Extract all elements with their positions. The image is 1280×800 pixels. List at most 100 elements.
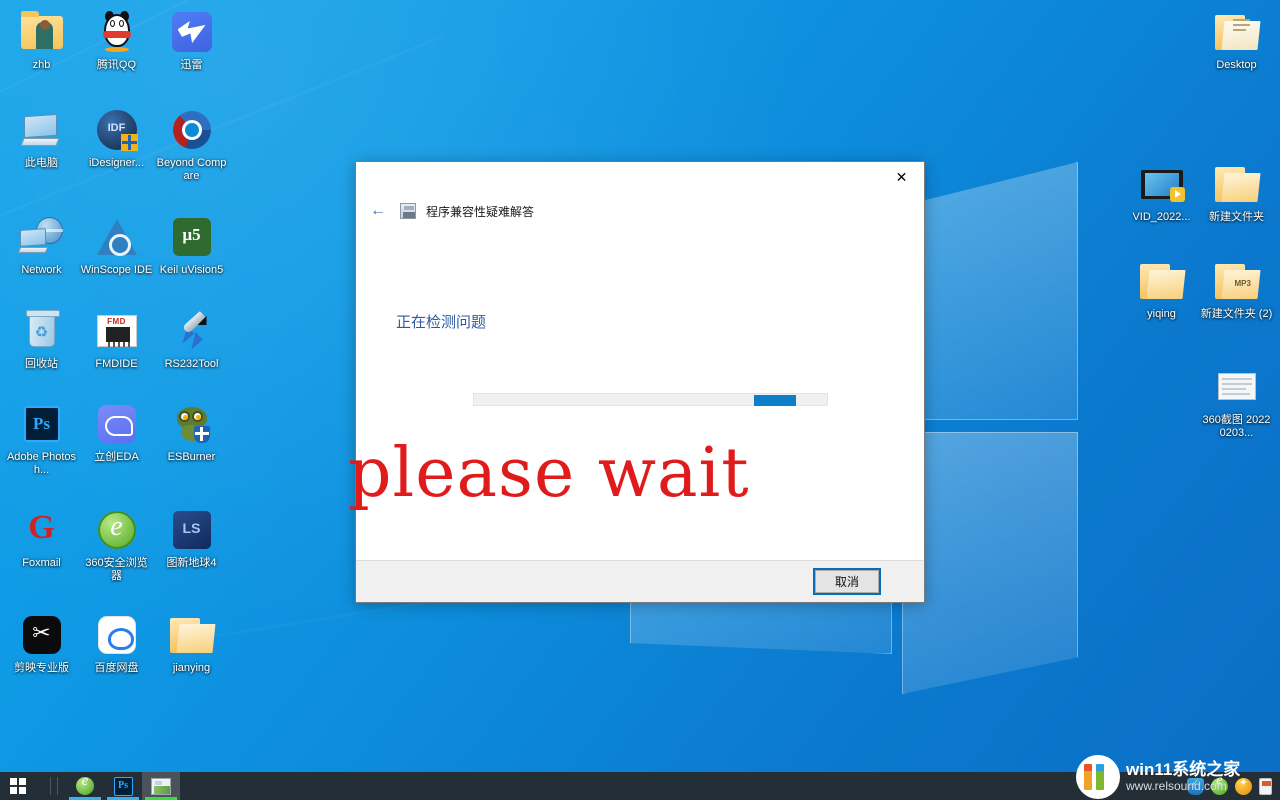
desktop-icon-row: 此电脑 iDesigner... Beyond Compare <box>4 102 232 185</box>
desktop-icon-label: 360安全浏览器 <box>85 557 148 582</box>
desktop-icon-label: Foxmail <box>22 557 61 569</box>
fmdide-chip-icon: FMD <box>93 307 141 355</box>
desktop-icon-spacer <box>1124 359 1199 442</box>
troubleshooter-icon <box>151 777 171 795</box>
desktop-icon-label: FMDIDE <box>95 358 138 370</box>
desktop-icon-label: 回收站 <box>25 358 58 370</box>
desktop-icon-idesigner[interactable]: iDesigner... <box>79 102 154 185</box>
jianying-pro-icon <box>18 611 66 659</box>
beyond-compare-icon <box>168 106 216 154</box>
program-compatibility-troubleshooter-dialog[interactable]: ✕ ← 程序兼容性疑难解答 正在检测问题 please wait 取消 <box>348 161 925 603</box>
desktop-icon-label: 360截图 20220203... <box>1202 414 1271 439</box>
desktop-icon-spacer <box>1124 4 1199 74</box>
desktop-icon-label: iDesigner... <box>88 157 145 169</box>
desktop-icon-label: 此电脑 <box>25 157 58 169</box>
status-text: 正在检测问题 <box>396 314 487 331</box>
progress-bar-chunk <box>754 395 796 406</box>
desktop-icon-this-pc[interactable]: 此电脑 <box>4 102 79 185</box>
taskbar-item-troubleshooter[interactable] <box>142 772 180 800</box>
desktop-icon-label: jianying <box>172 662 211 674</box>
troubleshooter-icon <box>400 203 416 219</box>
desktop-icon-label: 立创EDA <box>94 451 139 463</box>
desktop-icon-recycle-bin[interactable]: 回收站 <box>4 303 79 373</box>
foxmail-icon <box>18 506 66 554</box>
desktop-icon-row: 回收站 FMD FMDIDE <box>4 303 232 373</box>
desktop-icon-zhb[interactable]: zhb <box>4 4 79 74</box>
desktop-icon-video-file[interactable]: VID_2022... <box>1124 156 1199 226</box>
folder-documents-icon <box>1213 8 1261 56</box>
hero-pane <box>902 162 1078 420</box>
desktop-icon-360-browser[interactable]: 360安全浏览器 <box>79 502 154 585</box>
esburner-owl-icon <box>168 400 216 448</box>
adobe-photoshop-icon <box>113 776 133 796</box>
progress-bar <box>473 393 828 406</box>
dialog-body: 正在检测问题 please wait <box>348 228 924 560</box>
desktop-icon-label: 新建文件夹 (2) <box>1200 308 1273 320</box>
winscope-ide-icon <box>93 213 141 261</box>
hero-pane <box>902 432 1078 694</box>
dialog-titlebar[interactable]: ✕ <box>356 162 924 194</box>
desktop-icon-rs232tool[interactable]: RS232Tool <box>154 303 229 373</box>
windows-logo-icon <box>10 778 26 794</box>
desktop-icon-jianying-folder[interactable]: jianying <box>154 607 229 677</box>
taskbar-item-360-browser[interactable] <box>66 772 104 800</box>
desktop-icon-label: 新建文件夹 <box>1209 211 1264 223</box>
dialog-footer: 取消 <box>356 560 924 602</box>
desktop-icon-tencent-qq[interactable]: 腾讯QQ <box>79 4 154 74</box>
taskbar[interactable] <box>0 772 1280 800</box>
desktop-icon-jianying-pro[interactable]: 剪映专业版 <box>4 607 79 677</box>
desktop-icon-thunder[interactable]: 迅雷 <box>154 4 229 74</box>
folder-icon <box>1213 160 1261 208</box>
desktop-icon-label: zhb <box>32 59 51 71</box>
desktop[interactable]: zhb 腾讯QQ 迅雷 此电脑 IDF iDesigner... Beyond … <box>0 0 1280 800</box>
tencent-qq-icon <box>93 8 141 56</box>
desktop-icon-adobe-photoshop[interactable]: Adobe Photosh... <box>4 396 79 479</box>
cancel-button[interactable]: 取消 <box>815 570 879 593</box>
desktop-icon-esburner[interactable]: ESBurner <box>154 396 229 479</box>
dialog-title: 程序兼容性疑难解答 <box>426 204 535 219</box>
desktop-icon-fmdide[interactable]: FMD FMDIDE <box>79 303 154 373</box>
desktop-icon-winscope-ide[interactable]: WinScope IDE <box>79 209 154 279</box>
desktop-icon-yiqing[interactable]: yiqing <box>1124 253 1199 323</box>
network-icon <box>17 213 66 261</box>
360-browser-icon <box>93 506 141 554</box>
desktop-icon-row: zhb 腾讯QQ 迅雷 <box>4 4 232 74</box>
folder-mp3-icon: MP3 <box>1213 257 1261 305</box>
desktop-icon-new-folder-2[interactable]: MP3 新建文件夹 (2) <box>1199 253 1274 323</box>
keil-uvision5-icon <box>168 213 216 261</box>
tuxin-earth4-icon <box>168 506 216 554</box>
thunder-download-icon <box>168 8 216 56</box>
folder-open-icon <box>1138 257 1186 305</box>
desktop-icon-tuxin-earth4[interactable]: 图新地球4 <box>154 502 229 585</box>
desktop-icon-desktop-folder[interactable]: Desktop <box>1199 4 1274 74</box>
back-arrow-icon[interactable]: ← <box>366 199 390 223</box>
this-pc-icon <box>18 106 66 154</box>
desktop-icon-label: VID_2022... <box>1132 211 1191 223</box>
desktop-icon-foxmail[interactable]: Foxmail <box>4 502 79 585</box>
desktop-icon-lceda[interactable]: 立创EDA <box>79 396 154 479</box>
desktop-icon-label: RS232Tool <box>164 358 219 370</box>
folder-open-icon <box>168 611 216 659</box>
desktop-icon-label: Keil uVision5 <box>159 264 224 276</box>
desktop-icon-label: 迅雷 <box>180 59 203 71</box>
desktop-icon-360-screenshot[interactable]: 360截图 20220203... <box>1199 359 1274 442</box>
desktop-icon-label: 百度网盘 <box>94 662 139 674</box>
recycle-bin-icon <box>18 307 66 355</box>
start-button[interactable] <box>0 772 36 800</box>
usb-eject-icon[interactable] <box>1259 777 1272 795</box>
desktop-icon-baidu-netdisk[interactable]: 百度网盘 <box>79 607 154 677</box>
360-browser-icon[interactable] <box>1211 773 1228 795</box>
system-tray <box>1187 773 1280 795</box>
desktop-icon-label: Beyond Compare <box>156 157 227 182</box>
folder-user-icon <box>18 8 66 56</box>
baidu-netdisk-icon <box>93 611 141 659</box>
desktop-icon-network[interactable]: Network <box>4 209 79 279</box>
desktop-icon-keil-uvision5[interactable]: Keil uVision5 <box>154 209 229 279</box>
desktop-icon-new-folder[interactable]: 新建文件夹 <box>1199 156 1274 226</box>
idesigner-icon <box>93 106 141 154</box>
desktop-icon-beyond-compare[interactable]: Beyond Compare <box>154 102 229 185</box>
shield-check-icon[interactable] <box>1187 776 1204 795</box>
star-burst-icon[interactable] <box>1235 776 1252 795</box>
close-icon[interactable]: ✕ <box>879 162 924 192</box>
taskbar-item-photoshop[interactable] <box>104 772 142 800</box>
